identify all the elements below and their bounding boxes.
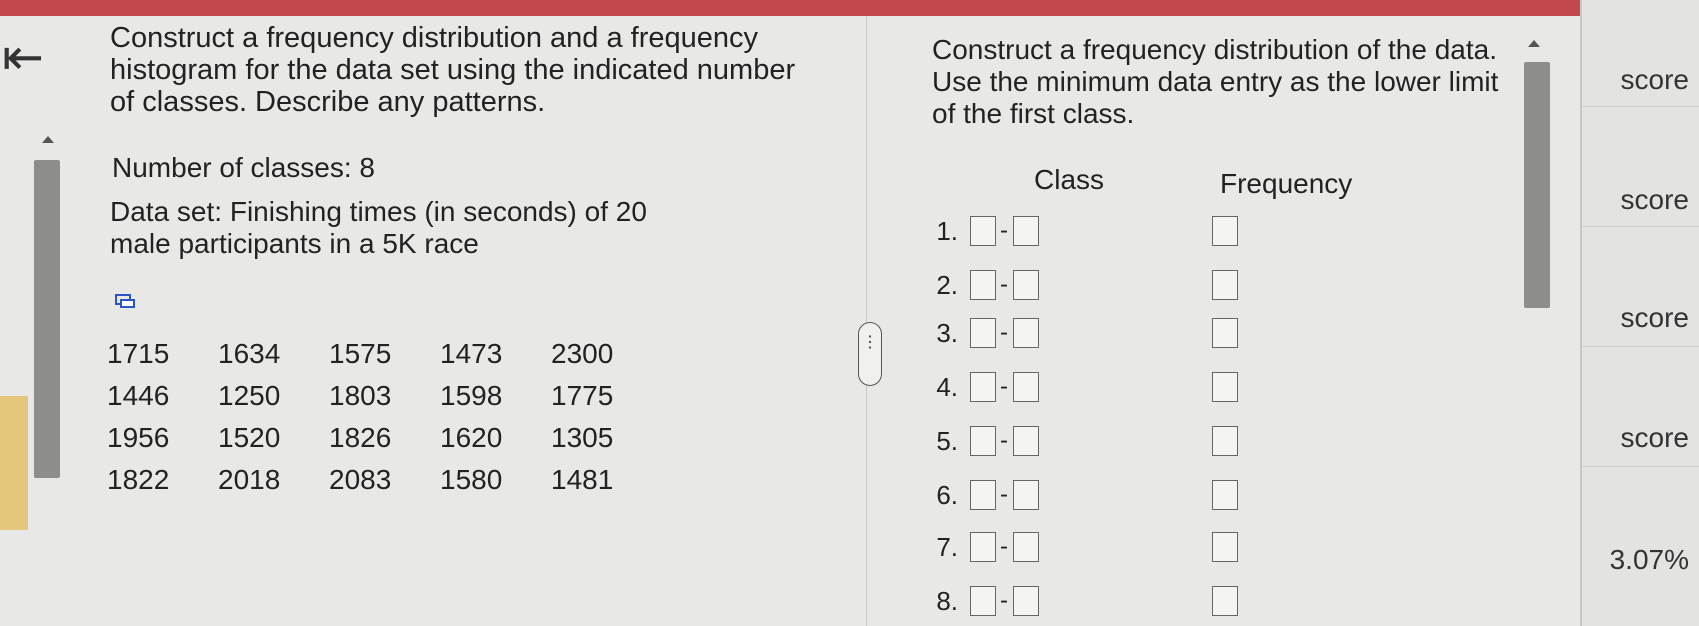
table-cell: 1803	[329, 380, 392, 411]
number-of-classes: Number of classes: 8	[112, 152, 375, 183]
back-arrow-icon[interactable]: ⇤	[2, 28, 56, 88]
highlight-strip	[0, 396, 28, 530]
row-number: 7.	[936, 532, 958, 562]
upper-limit-input[interactable]	[1013, 372, 1039, 402]
upper-limit-input[interactable]	[1013, 270, 1039, 300]
range-dash: -	[1000, 587, 1008, 614]
frequency-input[interactable]	[1212, 318, 1238, 348]
frequency-input[interactable]	[1212, 270, 1238, 300]
row-number: 2.	[936, 270, 958, 300]
upper-limit-input[interactable]	[1013, 216, 1039, 246]
scroll-up-arrow-icon[interactable]	[1528, 40, 1540, 47]
row-number: 5.	[936, 426, 958, 456]
frequency-input[interactable]	[1212, 586, 1238, 616]
table-cell: 1446	[107, 380, 170, 411]
lower-limit-input[interactable]	[970, 426, 996, 456]
resize-handle[interactable]: ⋮	[858, 322, 882, 386]
table-cell: 1473	[440, 338, 503, 369]
range-dash: -	[1000, 217, 1008, 244]
range-dash: -	[1000, 481, 1008, 508]
range-dash: -	[1000, 533, 1008, 560]
dataset-description: Data set: Finishing times (in seconds) o…	[110, 196, 647, 259]
side-panel: score score score score 3.07%	[1580, 0, 1699, 626]
frequency-input[interactable]	[1212, 216, 1238, 246]
frequency-input[interactable]	[1212, 532, 1238, 562]
data-table: 1715 1634 1575 1473 2300 1446 1250 1803 …	[107, 334, 662, 502]
table-row: 1715 1634 1575 1473 2300	[107, 334, 662, 376]
row-number: 1.	[936, 216, 958, 246]
table-cell: 1250	[218, 380, 281, 411]
score-label: score	[1620, 302, 1689, 333]
row-number: 6.	[936, 480, 958, 510]
upper-limit-input[interactable]	[1013, 426, 1039, 456]
range-dash: -	[1000, 271, 1008, 298]
right-scrollbar[interactable]	[1516, 30, 1552, 626]
table-cell: 1775	[551, 380, 614, 411]
table-cell: 1956	[107, 422, 170, 453]
range-dash: -	[1000, 373, 1008, 400]
divider-line	[1582, 226, 1699, 227]
frequency-input[interactable]	[1212, 426, 1238, 456]
lower-limit-input[interactable]	[970, 532, 996, 562]
table-cell: 1575	[329, 338, 392, 369]
class-column-header: Class	[1034, 164, 1105, 195]
table-cell: 1634	[218, 338, 281, 369]
table-cell: 1580	[440, 464, 503, 495]
divider-line	[1582, 466, 1699, 467]
row-number: 8.	[936, 586, 958, 616]
lower-limit-input[interactable]	[970, 480, 996, 510]
row-number: 3.	[936, 318, 958, 348]
table-cell: 1305	[551, 422, 614, 453]
table-cell: 2018	[218, 464, 281, 495]
frequency-column-header: Frequency	[1220, 168, 1353, 199]
range-dash: -	[1000, 319, 1008, 346]
table-cell: 1822	[107, 464, 170, 495]
panel-divider	[866, 16, 867, 626]
scroll-up-arrow-icon[interactable]	[42, 136, 54, 143]
table-cell: 1481	[551, 464, 614, 495]
table-cell: 2083	[329, 464, 392, 495]
left-scrollbar[interactable]	[32, 132, 66, 626]
scrollbar-thumb[interactable]	[34, 160, 60, 478]
drag-dots-icon: ⋮	[862, 334, 878, 351]
upper-limit-input[interactable]	[1013, 318, 1039, 348]
lower-limit-input[interactable]	[970, 270, 996, 300]
frequency-input[interactable]	[1212, 372, 1238, 402]
divider-line	[1582, 346, 1699, 347]
answer-instruction: Construct a frequency distribution of th…	[932, 34, 1499, 129]
copy-data-icon[interactable]	[114, 293, 136, 309]
score-label: score	[1620, 184, 1689, 215]
table-cell: 1826	[329, 422, 392, 453]
scrollbar-thumb[interactable]	[1524, 62, 1550, 308]
score-label: score	[1620, 64, 1689, 95]
table-row: 1956 1520 1826 1620 1305	[107, 418, 662, 460]
score-label: score	[1620, 422, 1689, 453]
question-text: Construct a frequency distribution and a…	[110, 22, 796, 118]
table-cell: 1520	[218, 422, 281, 453]
upper-limit-input[interactable]	[1013, 480, 1039, 510]
row-number: 4.	[936, 372, 958, 402]
divider-line	[1582, 106, 1699, 107]
upper-limit-input[interactable]	[1013, 586, 1039, 616]
lower-limit-input[interactable]	[970, 318, 996, 348]
lower-limit-input[interactable]	[970, 372, 996, 402]
frequency-input[interactable]	[1212, 480, 1238, 510]
table-row: 1446 1250 1803 1598 1775	[107, 376, 662, 418]
upper-limit-input[interactable]	[1013, 532, 1039, 562]
table-cell: 1598	[440, 380, 503, 411]
table-cell: 2300	[551, 338, 614, 369]
percent-label: 3.07%	[1609, 544, 1689, 575]
table-row: 1822 2018 2083 1580 1481	[107, 460, 662, 502]
table-cell: 1715	[107, 338, 170, 369]
lower-limit-input[interactable]	[970, 216, 996, 246]
table-cell: 1620	[440, 422, 503, 453]
range-dash: -	[1000, 427, 1008, 454]
top-accent-bar	[0, 0, 1580, 16]
lower-limit-input[interactable]	[970, 586, 996, 616]
